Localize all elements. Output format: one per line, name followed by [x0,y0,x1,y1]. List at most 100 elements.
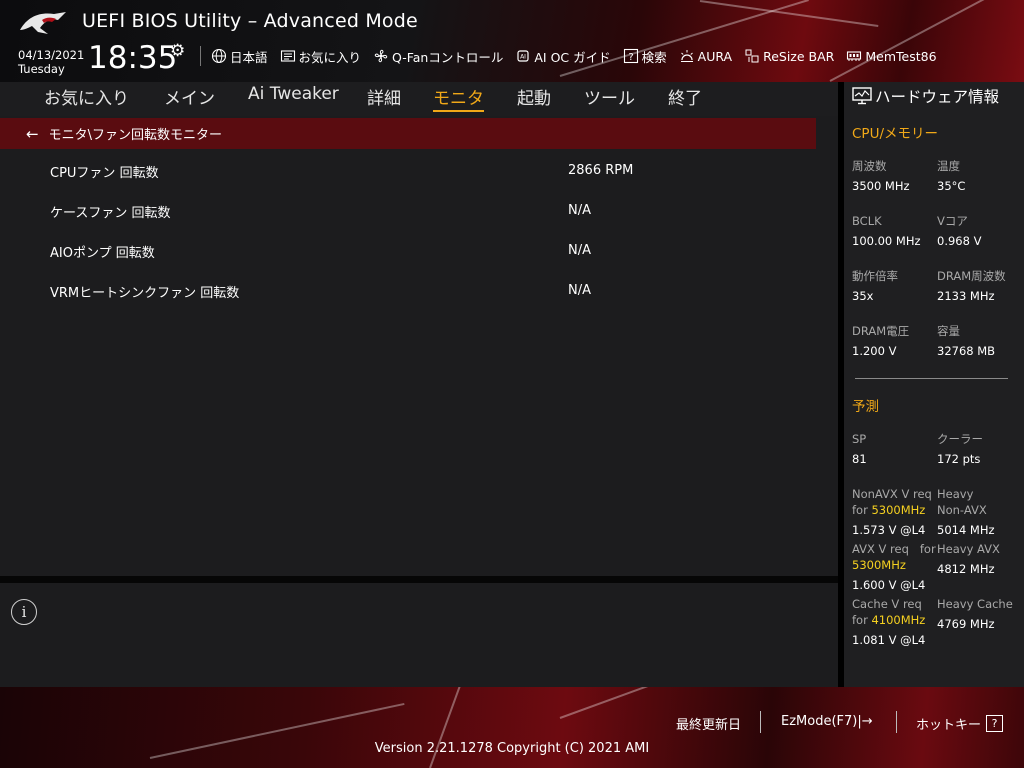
stat-label: Vコア [937,214,968,228]
heavy-nonavx-stat: Heavy Non-AVX 5014 MHz [937,486,995,538]
bclk-stat: BCLK 100.00 MHz [852,213,921,249]
main-nav: お気に入り メイン Ai Tweaker 詳細 モニタ 起動 ツール 終了 [0,82,838,116]
tab-boot[interactable]: 起動 [517,84,551,109]
setting-value: N/A [568,203,591,218]
stat-frequency-highlight: 5300MHz [852,558,906,572]
heavy-cache-stat: Heavy Cache 4769 MHz [937,596,1013,632]
stat-label: SP [852,432,867,446]
stat-value: 32768 MB [937,344,996,358]
setting-row-vrm-fan[interactable]: VRMヒートシンクファン 回転数 N/A [0,282,816,322]
hardware-monitor-panel: ハードウェア情報 CPU/メモリー 周波数 3500 MHz 温度 35°C B… [844,82,1024,687]
setting-row-chassis-fan[interactable]: ケースファン 回転数 N/A [0,202,816,242]
ai-oc-guide-button[interactable]: AI AI OC ガイド [515,47,611,66]
globe-icon [211,48,227,64]
app-title: UEFI BIOS Utility – Advanced Mode [82,10,418,32]
stat-label: 温度 [937,159,960,173]
tab-tool[interactable]: ツール [584,84,635,109]
setting-value: N/A [568,243,591,258]
frequency-stat: 周波数 3500 MHz [852,158,910,194]
header-toolbar: 日本語 お気に入り Q-Fanコントロール AI AI OC ガイド ? 検索 … [200,46,949,66]
tab-main[interactable]: メイン [164,84,215,109]
capacity-stat: 容量 32768 MB [937,323,995,359]
tab-exit[interactable]: 終了 [668,84,702,109]
header-bar: UEFI BIOS Utility – Advanced Mode 04/13/… [0,0,1024,82]
prediction-section-title: 予測 [852,399,879,415]
toolbar-divider [200,46,201,66]
ezmode-button[interactable]: EzMode(F7)| → [781,714,873,729]
setting-row-aio-pump[interactable]: AIOポンプ 回転数 N/A [0,242,816,282]
nonavx-vreq-stat: NonAVX V req for 5300MHz 1.573 V @L4 [852,486,936,538]
setting-value: N/A [568,283,591,298]
version-text: Version 2.21.1278 Copyright (C) 2021 AMI [374,741,650,756]
resize-bar-button[interactable]: ReSize BAR [744,48,834,64]
tab-advanced[interactable]: 詳細 [367,84,401,109]
stat-label-for: for [852,503,868,517]
fan-icon [373,48,389,64]
stat-label: DRAM周波数 [937,269,1006,283]
setting-row-cpu-fan[interactable]: CPUファン 回転数 2866 RPM [0,162,816,202]
stat-frequency-highlight: 5300MHz [871,503,926,517]
setting-label: CPUファン 回転数 [50,166,159,181]
setting-label: AIOポンプ 回転数 [50,246,155,261]
stat-label: 動作倍率 [852,269,898,283]
breadcrumb[interactable]: ← モニタ\ファン回転数モニター [0,118,816,149]
stat-value: 1.200 V [852,344,897,358]
resize-bar-label: ReSize BAR [763,48,835,64]
favorites-icon [280,48,296,64]
favorites-label: お気に入り [298,49,362,65]
back-arrow-icon[interactable]: ← [26,125,39,143]
stat-label: Heavy AVX [937,542,1000,556]
side-panel-separator [855,378,1008,379]
language-button[interactable]: 日本語 [211,47,268,66]
stat-label: Non-AVX [937,503,987,517]
side-panel-title: ハードウェア情報 [875,88,1000,106]
tab-favorites[interactable]: お気に入り [44,84,129,109]
weekday-text: Tuesday [18,62,65,76]
stat-label: 容量 [937,324,960,338]
clock-time: 18:35 [88,40,178,76]
stat-label: Heavy Cache [937,597,1013,611]
svg-text:?: ? [628,52,633,63]
stat-value: 35°C [937,179,966,193]
stat-label-for: for [852,613,868,627]
aura-button[interactable]: AURA [679,48,732,64]
dram-frequency-stat: DRAM周波数 2133 MHz [937,268,1006,304]
decorative-slash [829,0,1024,82]
setting-label: ケースファン 回転数 [50,206,171,221]
stat-value: 81 [852,452,867,466]
setting-value: 2866 RPM [568,163,634,178]
stat-label: DRAM電圧 [852,324,910,338]
stat-value: 5014 MHz [937,523,995,537]
last-modified-button[interactable]: 最終更新日 [676,714,741,733]
vcore-stat: Vコア 0.968 V [937,213,981,249]
help-question-icon: ? [986,715,1004,732]
aura-label: AURA [697,48,733,64]
search-button[interactable]: ? 検索 [623,47,667,66]
tab-monitor[interactable]: モニタ [433,84,484,112]
info-icon: i [11,599,37,625]
hotkeys-button[interactable]: ホットキー ? [916,714,1004,733]
date-display: 04/13/2021 Tuesday [18,48,84,76]
search-label: 検索 [641,49,667,65]
stat-label-for: for [919,542,936,556]
footer-bar: 最終更新日 EzMode(F7)| → ホットキー ? Version 2.21… [0,687,1024,768]
panel-divider [0,576,838,583]
stat-value: 1.573 V @L4 [852,523,926,537]
aura-light-icon [679,48,695,64]
stat-label: AVX V req [852,542,909,556]
gear-icon[interactable]: ⚙ [170,41,185,61]
stat-label: 周波数 [852,159,887,173]
qfan-control-button[interactable]: Q-Fanコントロール [373,47,503,66]
stat-value: 3500 MHz [852,179,910,193]
memtest-button[interactable]: MemTest86 [846,48,937,64]
temperature-stat: 温度 35°C [937,158,965,194]
svg-text:AI: AI [520,54,526,61]
stat-value: 172 pts [937,452,981,466]
cooler-stat: クーラー 172 pts [937,431,983,467]
ezmode-label: EzMode(F7)| [781,714,862,729]
resize-bar-icon [744,48,760,64]
tab-ai-tweaker[interactable]: Ai Tweaker [248,84,339,104]
stat-label: Heavy [937,487,974,501]
ratio-stat: 動作倍率 35x [852,268,898,304]
favorites-button[interactable]: お気に入り [280,47,362,66]
